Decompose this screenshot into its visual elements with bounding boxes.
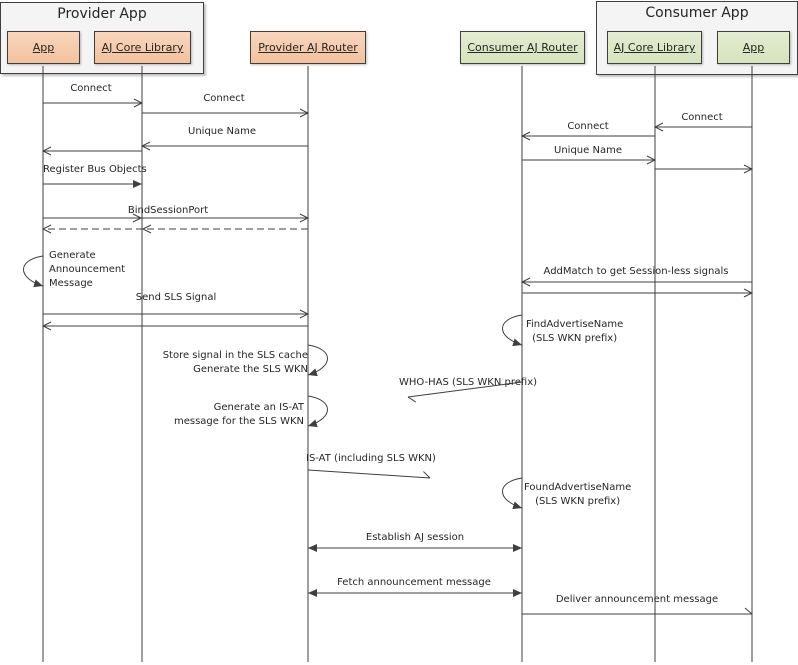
actor-provider-router: Provider AJ Router	[250, 31, 366, 64]
msg-label-connect-app-core: Connect	[70, 83, 112, 94]
actor-consumer-app: App	[717, 31, 790, 64]
sequence-diagram	[23, 66, 798, 662]
self-call-arrow	[502, 314, 523, 347]
msg-label-bind-session-port: BindSessionPort	[127, 205, 209, 216]
actor-provider-app: App	[7, 31, 80, 64]
msg-label-send-sls-signal: Send SLS Signal	[135, 292, 217, 303]
msg-label-fetch-announcement: Fetch announcement message	[337, 577, 491, 588]
msg-label-unique-name: Unique Name	[188, 126, 256, 137]
message-arrow	[307, 469, 431, 479]
self-call-found-advertise-name: FoundAdvertiseName (SLS WKN prefix)	[524, 482, 632, 507]
self-call-arrow	[23, 255, 44, 288]
self-call-generate-announcement: Generate Announcement Message	[49, 250, 126, 289]
msg-label-connect-consumer-app: Connect	[681, 112, 723, 123]
msg-label-deliver-announcement: Deliver announcement message	[555, 594, 719, 605]
msg-label-unique-name-consumer: Unique Name	[554, 145, 622, 156]
self-call-arrow	[307, 395, 328, 428]
msg-label-addmatch: AddMatch to get Session-less signals	[543, 266, 729, 277]
self-call-arrow	[502, 477, 523, 510]
self-call-generate-is-at: Generate an IS-AT message for the SLS WK…	[173, 402, 304, 427]
msg-label-establish-session: Establish AJ session	[365, 532, 465, 543]
actor-provider-core-library: AJ Core Library	[94, 31, 191, 64]
actor-consumer-router: Consumer AJ Router	[460, 31, 585, 64]
msg-label-who-has: WHO-HAS (SLS WKN prefix)	[399, 377, 538, 388]
actor-consumer-core-library: AJ Core Library	[607, 31, 702, 64]
self-call-find-advertise-name: FindAdvertiseName (SLS WKN prefix)	[526, 319, 624, 344]
msg-label-register-bus-objects: Register Bus Objects	[43, 164, 147, 175]
msg-label-is-at: IS-AT (including SLS WKN)	[306, 453, 436, 464]
self-call-store-signal: Store signal in the SLS cache Generate t…	[162, 350, 308, 375]
self-call-arrow	[307, 344, 328, 377]
msg-label-connect-core-router: Connect	[203, 93, 245, 104]
msg-label-connect-consumer-core: Connect	[567, 121, 609, 132]
